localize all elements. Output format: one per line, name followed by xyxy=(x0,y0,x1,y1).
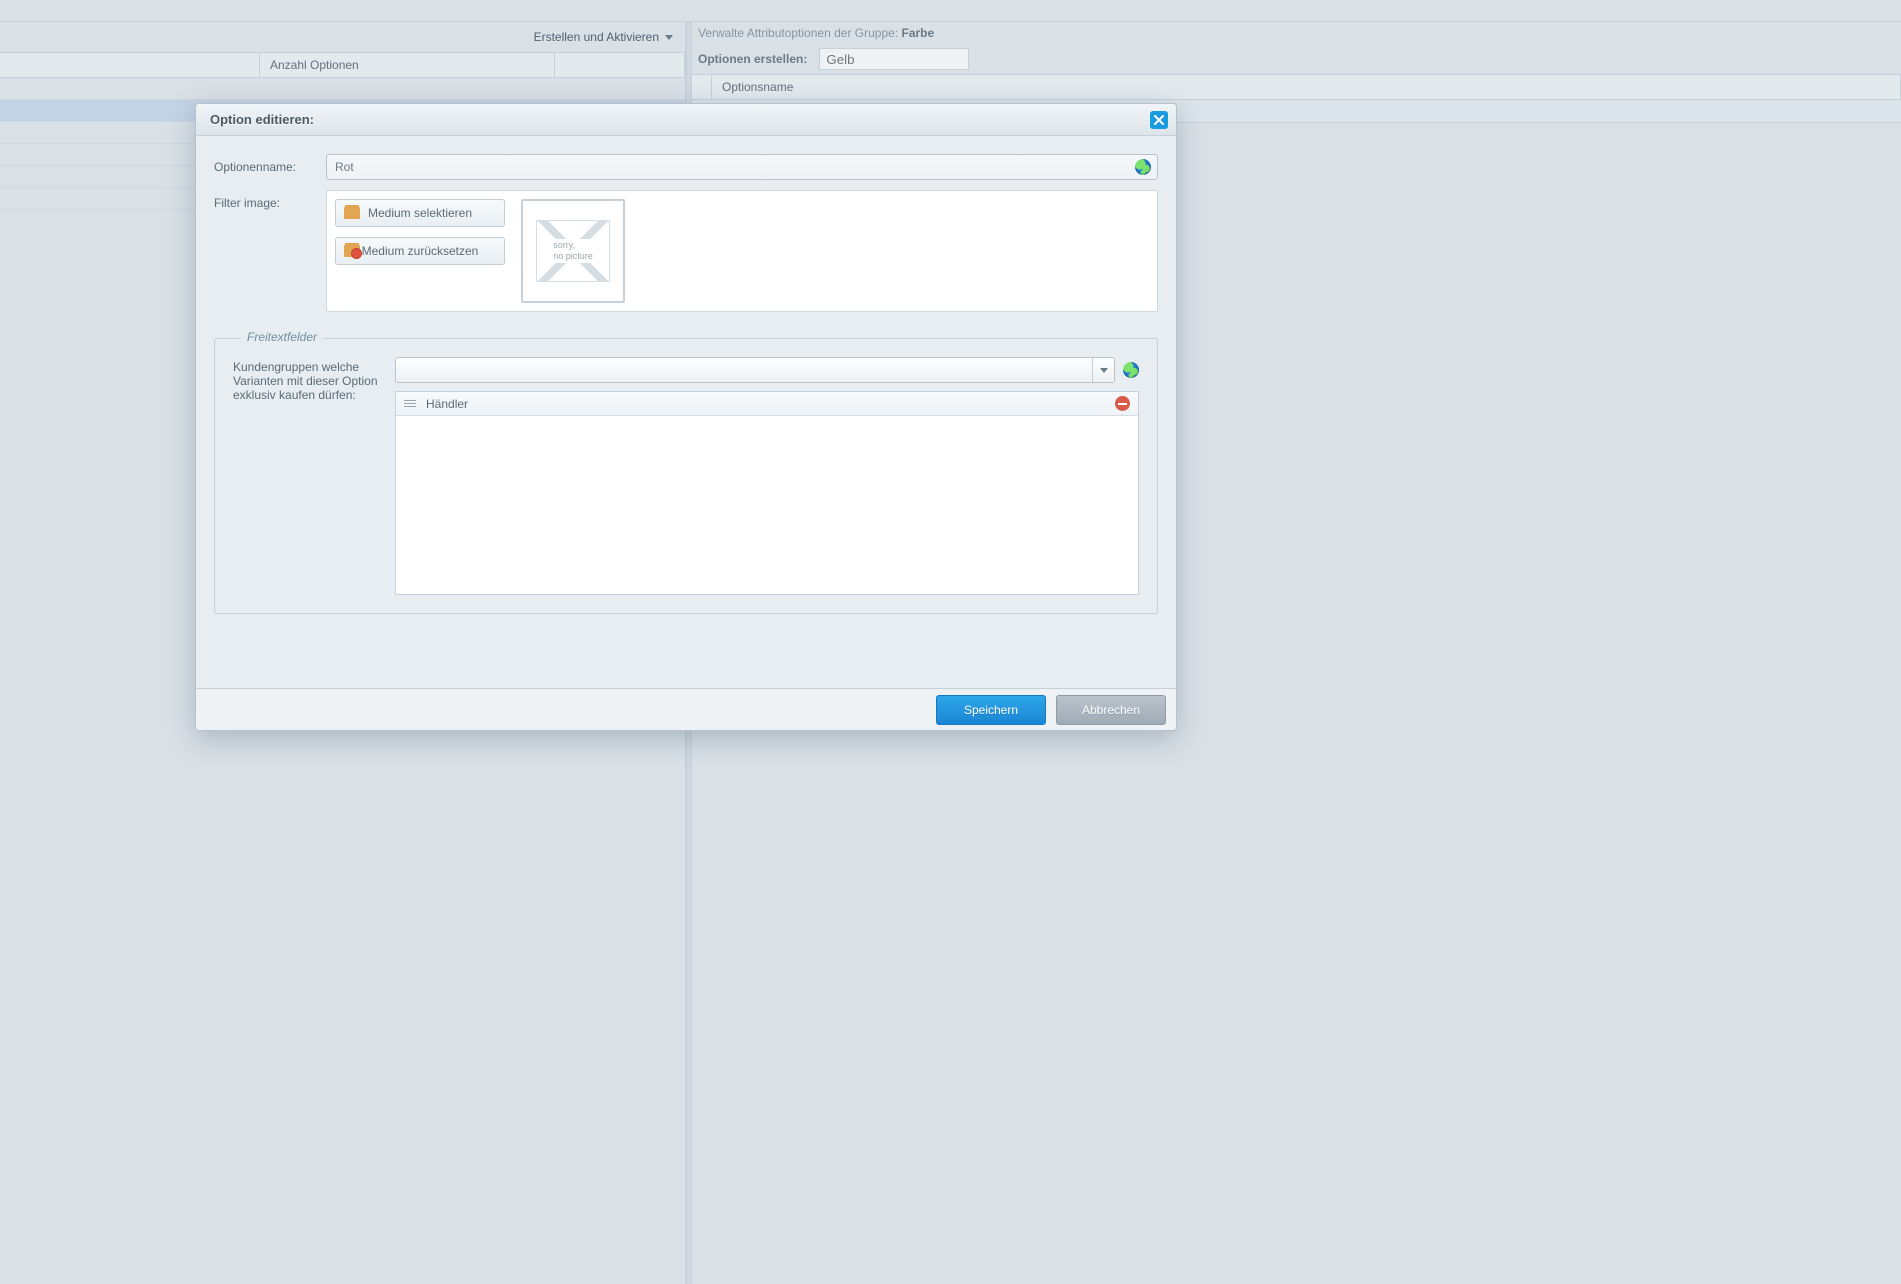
create-options-input[interactable] xyxy=(819,48,969,70)
customer-groups-combo xyxy=(395,357,1115,383)
select-medium-label: Medium selektieren xyxy=(368,206,472,220)
cancel-button[interactable]: Abbrechen xyxy=(1056,695,1166,725)
reset-medium-label: Medium zurücksetzen xyxy=(362,244,479,258)
create-activate-dropdown[interactable]: Erstellen und Aktivieren xyxy=(534,30,659,44)
manage-group-prefix: Verwalte Attributoptionen der Gruppe: xyxy=(698,26,898,40)
no-picture-icon: sorry, no picture xyxy=(536,220,610,282)
filter-image-label: Filter image: xyxy=(214,190,314,210)
customer-groups-label: Kundengruppen welche Varianten mit diese… xyxy=(233,357,383,402)
chevron-down-icon xyxy=(665,35,673,40)
left-grid-header: Anzahl Optionen xyxy=(0,52,685,78)
thumb-line2: no picture xyxy=(553,251,593,262)
select-medium-button[interactable]: Medium selektieren xyxy=(335,199,505,227)
filter-image-row: Filter image: Medium selektieren Medium … xyxy=(214,190,1158,312)
freetext-legend: Freitextfelder xyxy=(241,330,323,344)
chevron-down-icon xyxy=(1100,368,1108,373)
option-name-row: Optionenname: xyxy=(214,154,1158,180)
create-options-label: Optionen erstellen: xyxy=(698,52,807,66)
customer-groups-input[interactable] xyxy=(396,358,1092,382)
right-panel-header: Verwalte Attributoptionen der Gruppe: Fa… xyxy=(686,22,1901,74)
right-grid-header: Optionsname xyxy=(686,74,1901,100)
dialog-footer: Speichern Abbrechen xyxy=(196,688,1176,730)
col-blank xyxy=(0,53,260,77)
folder-icon xyxy=(344,207,360,219)
tag-remove-button[interactable] xyxy=(1115,396,1130,411)
dialog-title: Option editieren: xyxy=(210,112,314,127)
top-bar xyxy=(0,0,1901,22)
col-blank-right xyxy=(555,53,685,77)
table-row[interactable] xyxy=(0,78,685,100)
option-name-input[interactable] xyxy=(335,160,1127,174)
option-edit-dialog: Option editieren: Optionenname: Filter i… xyxy=(195,103,1177,731)
drag-handle-icon[interactable] xyxy=(404,400,416,407)
media-block: Medium selektieren Medium zurücksetzen s… xyxy=(326,190,1158,312)
manage-group-name: Farbe xyxy=(901,26,934,40)
tag-row[interactable]: Händler xyxy=(396,392,1138,416)
save-button[interactable]: Speichern xyxy=(936,695,1046,725)
globe-icon[interactable] xyxy=(1123,362,1139,378)
customer-groups-taglist: Händler xyxy=(395,391,1139,595)
freetext-fieldset: Freitextfelder Kundengruppen welche Vari… xyxy=(214,338,1158,614)
thumb-line1: sorry, xyxy=(553,240,593,251)
image-thumbnail: sorry, no picture xyxy=(521,199,625,303)
close-icon xyxy=(1154,115,1164,125)
col-options-count[interactable]: Anzahl Optionen xyxy=(260,53,555,77)
left-toolbar: Erstellen und Aktivieren xyxy=(0,22,685,52)
col-option-name[interactable]: Optionsname xyxy=(712,75,1901,99)
close-button[interactable] xyxy=(1150,111,1168,129)
combo-trigger[interactable] xyxy=(1092,358,1114,382)
option-name-label: Optionenname: xyxy=(214,154,314,174)
tag-name: Händler xyxy=(416,397,1115,411)
folder-reset-icon xyxy=(344,245,360,257)
globe-icon[interactable] xyxy=(1135,159,1151,175)
option-name-field-wrapper xyxy=(326,154,1158,180)
dialog-header: Option editieren: xyxy=(196,104,1176,136)
reset-medium-button[interactable]: Medium zurücksetzen xyxy=(335,237,505,265)
